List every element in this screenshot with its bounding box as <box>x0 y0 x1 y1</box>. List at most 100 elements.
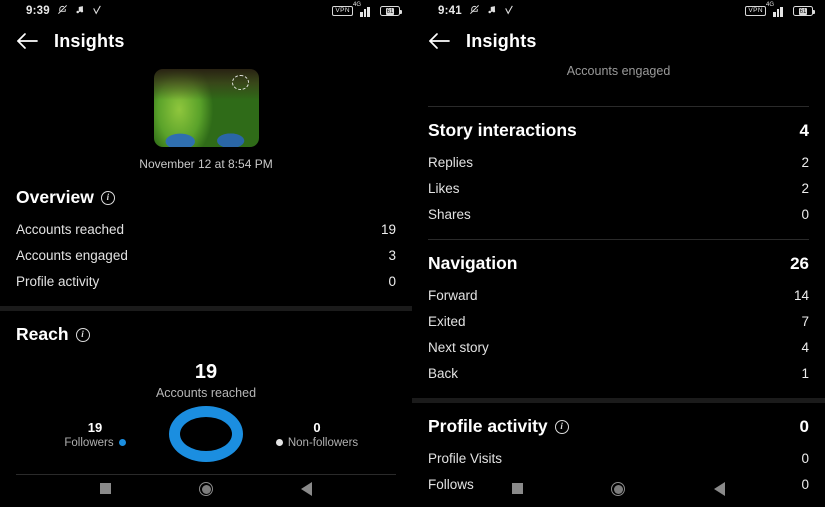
legend-nonfollowers: 0 Non-followers <box>261 420 373 449</box>
phone-screen-left: 9:39 VPN 4G 61 Insights November 12 at 8… <box>0 0 412 507</box>
table-row[interactable]: Next story 4 <box>428 334 809 360</box>
app-bar-right: Insights <box>412 22 825 60</box>
navigation-title-row: Navigation 26 <box>428 253 809 274</box>
row-value: 0 <box>801 450 809 466</box>
row-value: 0 <box>388 273 396 289</box>
back-arrow-icon[interactable] <box>0 32 54 50</box>
row-label: Accounts engaged <box>16 247 128 263</box>
status-time: 9:39 <box>26 5 50 17</box>
status-bar-right-group: VPN 4G 61 <box>745 2 815 17</box>
back-button[interactable] <box>713 481 725 496</box>
nonfollowers-value: 0 <box>313 419 321 435</box>
table-row[interactable]: Shares 0 <box>428 201 809 227</box>
row-label: Next story <box>428 339 489 355</box>
signal-bars-icon: 4G <box>766 2 786 17</box>
battery-level: 61 <box>385 7 395 15</box>
row-value: 19 <box>380 221 396 237</box>
row-label: Exited <box>428 313 466 329</box>
info-icon[interactable]: i <box>554 419 569 434</box>
back-button[interactable] <box>301 481 312 496</box>
story-interactions-rows: Replies 2 Likes 2 Shares 0 <box>428 149 809 227</box>
story-interactions-section: Story interactions 4 Replies 2 Likes 2 S… <box>412 120 825 227</box>
table-row[interactable]: Profile Visits 0 <box>428 445 809 471</box>
followers-value: 19 <box>87 419 103 435</box>
system-nav-bar-left <box>0 470 412 507</box>
reach-title: Reach <box>16 324 69 344</box>
legend-dot-nonfollowers <box>275 439 283 446</box>
story-date: November 12 at 8:54 PM <box>139 157 273 171</box>
battery-icon: 61 <box>793 6 815 16</box>
bell-muted-icon <box>469 2 480 20</box>
navigation-value: 26 <box>790 253 809 273</box>
app-bar-left: Insights <box>0 22 412 60</box>
status-bar-right: 9:41 VPN 4G 61 <box>412 0 825 22</box>
donut-ring <box>169 406 243 462</box>
vpn-badge: VPN <box>745 6 766 16</box>
nonfollowers-label: Non-followers <box>287 436 359 449</box>
table-row[interactable]: Exited 7 <box>428 308 809 334</box>
status-bar-right-group: VPN 4G 61 <box>332 2 402 17</box>
story-interactions-title: Story interactions <box>428 120 577 140</box>
reach-summary: 19 Accounts reached <box>16 361 396 400</box>
overview-title-row: Overview i <box>16 187 396 208</box>
info-icon[interactable]: i <box>100 190 115 205</box>
table-row[interactable]: Back 1 <box>428 360 809 386</box>
row-value: 2 <box>801 154 809 170</box>
page-title: Insights <box>466 30 537 51</box>
story-interactions-title-row: Story interactions 4 <box>428 120 809 141</box>
story-thumbnail-image[interactable] <box>153 69 259 147</box>
row-label: Accounts reached <box>16 221 125 237</box>
table-row[interactable]: Likes 2 <box>428 175 809 201</box>
section-divider-thin <box>428 239 809 240</box>
followers-label: Followers <box>64 436 114 449</box>
row-value: 4 <box>801 339 809 355</box>
vpn-badge: VPN <box>332 6 353 16</box>
info-icon[interactable]: i <box>75 327 90 342</box>
recents-button[interactable] <box>100 483 111 494</box>
reach-total-label: Accounts reached <box>155 386 257 400</box>
profile-activity-title: Profile activity <box>428 416 548 436</box>
home-button[interactable] <box>199 481 213 496</box>
navigation-rows: Forward 14 Exited 7 Next story 4 Back 1 <box>428 282 809 386</box>
system-nav-bar-right <box>412 470 825 507</box>
profile-activity-value: 0 <box>799 416 809 436</box>
reach-section: Reach i 19 Accounts reached 19 Followers… <box>0 324 412 462</box>
navigation-title: Navigation <box>428 253 518 273</box>
table-row[interactable]: Accounts reached 19 <box>16 216 396 242</box>
music-note-icon <box>487 2 497 20</box>
recents-button[interactable] <box>512 483 524 494</box>
reach-total-value: 19 <box>194 361 218 383</box>
reach-donut-chart: 19 Followers 0 Non-followers <box>16 406 396 462</box>
profile-activity-title-row: Profile activity i 0 <box>428 416 809 437</box>
table-row[interactable]: Accounts engaged 3 <box>16 242 396 268</box>
row-label: Replies <box>428 154 474 170</box>
table-row[interactable]: Replies 2 <box>428 149 809 175</box>
status-time: 9:41 <box>438 5 462 17</box>
row-value: 0 <box>801 206 809 222</box>
dual-phone-screenshot: 9:39 VPN 4G 61 Insights November 12 at 8… <box>0 0 825 507</box>
row-value: 14 <box>793 287 809 303</box>
story-thumbnail-wrapper[interactable] <box>0 69 412 147</box>
row-value: 7 <box>801 313 809 329</box>
battery-level: 61 <box>798 7 808 15</box>
network-generation-label: 4G <box>766 1 775 8</box>
overview-section: Overview i Accounts reached 19 Accounts … <box>0 187 412 294</box>
home-button[interactable] <box>611 481 626 496</box>
signal-bars-icon: 4G <box>353 2 373 17</box>
music-note-icon <box>75 2 85 20</box>
battery-icon: 61 <box>380 6 402 16</box>
section-divider <box>412 398 825 403</box>
row-value: 2 <box>801 180 809 196</box>
phone-screen-right: 9:41 VPN 4G 61 Insights Accounts engaged… <box>412 0 825 507</box>
page-subtitle: Accounts engaged <box>566 64 671 78</box>
chevron-glyph-icon <box>92 2 102 20</box>
table-row[interactable]: Profile activity 0 <box>16 268 396 294</box>
table-row[interactable]: Forward 14 <box>428 282 809 308</box>
row-value: 1 <box>801 365 809 381</box>
status-bar-left-group: 9:39 <box>26 2 102 20</box>
overview-rows: Accounts reached 19 Accounts engaged 3 P… <box>16 216 396 294</box>
back-arrow-icon[interactable] <box>412 32 466 50</box>
chevron-glyph-icon <box>504 2 514 20</box>
navigation-section: Navigation 26 Forward 14 Exited 7 Next s… <box>412 253 825 386</box>
nonfollowers-label-row: Non-followers <box>261 437 373 449</box>
